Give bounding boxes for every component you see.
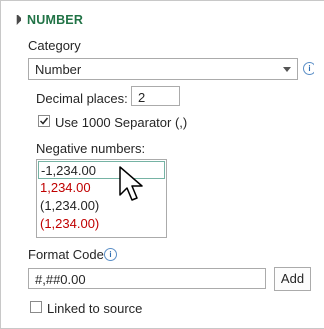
decimal-places-input[interactable]: 2 (131, 86, 180, 106)
list-item-text: (1,234.00) (40, 216, 100, 231)
format-code-label: Format Code (28, 247, 104, 262)
decimal-places-label: Decimal places: (36, 91, 128, 106)
triangle-down-icon (16, 15, 21, 25)
checkmark-icon (39, 117, 49, 125)
decimal-places-value: 2 (138, 90, 146, 105)
category-value: Number (35, 62, 82, 77)
negative-numbers-list[interactable]: -1,234.00 1,234.00 (1,234.00) (1,234.00) (36, 159, 167, 238)
linked-to-source-label[interactable]: Linked to source (47, 301, 142, 316)
section-title: NUMBER (27, 13, 84, 27)
section-header[interactable]: NUMBER (11, 13, 83, 27)
separator-label[interactable]: Use 1000 Separator (,) (55, 115, 187, 130)
separator-checkbox[interactable] (38, 115, 50, 127)
mouse-cursor-icon (119, 166, 143, 201)
list-item[interactable]: -1,234.00 (38, 161, 165, 179)
category-label: Category (28, 38, 81, 53)
format-code-info-icon[interactable]: i (104, 248, 117, 261)
category-dropdown[interactable]: Number (28, 58, 298, 80)
list-item-text: (1,234.00) (40, 198, 100, 213)
add-button[interactable]: Add (274, 267, 311, 291)
add-button-label: Add (280, 271, 305, 286)
list-item-text: 1,234.00 (40, 180, 91, 195)
negative-numbers-label: Negative numbers: (36, 141, 146, 156)
list-item[interactable]: (1,234.00) (38, 215, 165, 233)
format-code-input[interactable]: #,##0.00 (28, 268, 266, 289)
format-code-value: #,##0.00 (35, 272, 86, 287)
list-item[interactable]: (1,234.00) (38, 197, 165, 215)
list-item-text: -1,234.00 (41, 163, 96, 178)
scrollbar[interactable] (314, 1, 324, 328)
linked-to-source-checkbox[interactable] (30, 301, 42, 313)
list-item[interactable]: 1,234.00 (38, 179, 165, 197)
format-number-pane: NUMBER Category Number i Decimal places:… (0, 0, 324, 329)
chevron-down-icon[interactable] (283, 67, 291, 72)
